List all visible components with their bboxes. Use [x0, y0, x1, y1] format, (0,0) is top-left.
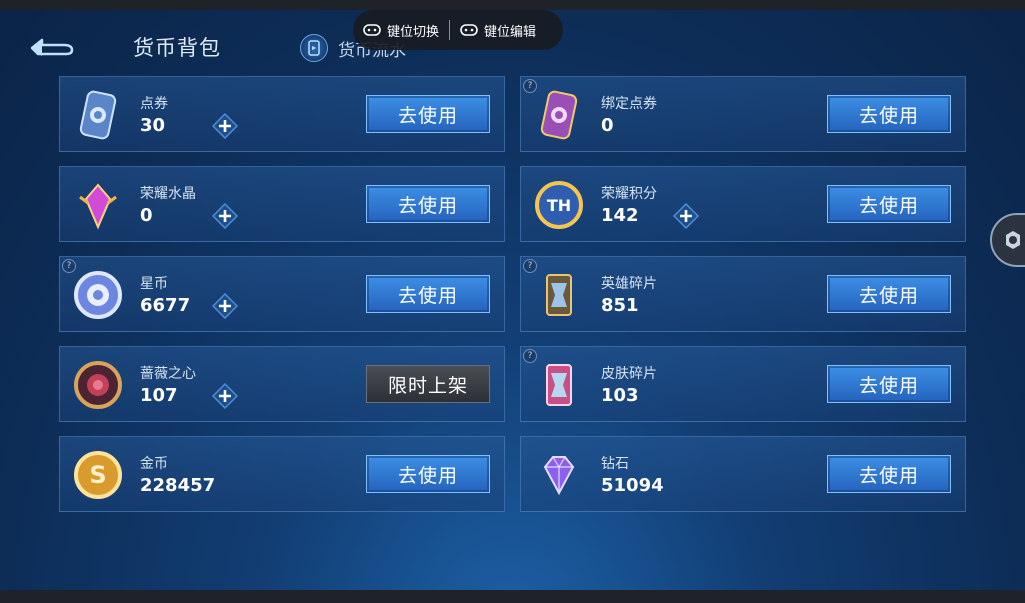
- star-coin-icon: [74, 271, 122, 319]
- currency-value: 103: [601, 385, 639, 406]
- currency-value: 142: [601, 205, 639, 226]
- currency-value: 0: [601, 115, 614, 136]
- ledger-icon: [300, 34, 328, 62]
- currency-card: ? 英雄碎片 851 去使用: [520, 256, 966, 332]
- gold-coin-icon: S: [74, 451, 122, 499]
- currency-value: 0: [140, 205, 153, 226]
- currency-name: 蔷薇之心: [140, 366, 196, 382]
- currency-name: 英雄碎片: [601, 276, 657, 292]
- keybind-switch-button[interactable]: 键位切换: [363, 21, 439, 40]
- use-button[interactable]: 去使用: [827, 185, 951, 223]
- add-currency-button[interactable]: [212, 383, 238, 409]
- currency-name: 荣耀水晶: [140, 186, 196, 202]
- svg-text:TH: TH: [547, 196, 571, 215]
- add-currency-button[interactable]: [212, 293, 238, 319]
- pill-divider: [449, 20, 451, 40]
- currency-card: 点券 30 去使用: [59, 76, 505, 152]
- use-button[interactable]: 去使用: [827, 455, 951, 493]
- currency-name: 点券: [140, 96, 168, 112]
- use-button[interactable]: 去使用: [827, 95, 951, 133]
- currency-value: 107: [140, 385, 178, 406]
- currency-card: 荣耀水晶 0 去使用: [59, 166, 505, 242]
- currency-value: 228457: [140, 475, 216, 496]
- hero-fragment-icon: [546, 274, 572, 316]
- currency-name: 金币: [140, 456, 168, 472]
- add-currency-button[interactable]: [673, 203, 699, 229]
- side-settings-button[interactable]: [990, 213, 1025, 267]
- gamepad-icon: [363, 24, 381, 36]
- use-button[interactable]: 去使用: [827, 275, 951, 313]
- use-button[interactable]: 去使用: [366, 455, 490, 493]
- bottom-letterbox: [0, 590, 1025, 603]
- skin-fragment-icon: [546, 364, 572, 406]
- bound-coupon-card-icon: [540, 90, 578, 140]
- add-currency-button[interactable]: [212, 203, 238, 229]
- currency-card: 钻石 51094 去使用: [520, 436, 966, 512]
- glory-crystal-icon: [79, 183, 117, 230]
- currency-name: 钻石: [601, 456, 629, 472]
- currency-value: 6677: [140, 295, 191, 316]
- currency-name: 星币: [140, 276, 168, 292]
- currency-value: 30: [140, 115, 166, 136]
- currency-backpack-screen: 货币背包 货币流水 点券 30 去使用? 绑定点券 0 去使用 荣耀水晶 0 去使用 TH 荣耀积分…: [0, 10, 1025, 590]
- currency-name: 绑定点券: [601, 96, 657, 112]
- use-button[interactable]: 去使用: [366, 275, 490, 313]
- keybind-overlay: 键位切换 键位编辑: [353, 10, 563, 50]
- currency-value: 51094: [601, 475, 664, 496]
- keybind-edit-label: 键位编辑: [484, 24, 537, 40]
- currency-value: 851: [601, 295, 639, 316]
- coupon-card-icon: [79, 90, 117, 140]
- currency-card: ? 皮肤碎片 103 去使用: [520, 346, 966, 422]
- use-button[interactable]: 去使用: [827, 365, 951, 403]
- use-button[interactable]: 去使用: [366, 95, 490, 133]
- currency-card: TH 荣耀积分 142 去使用: [520, 166, 966, 242]
- currency-card: 蔷薇之心 107 限时上架: [59, 346, 505, 422]
- svg-text:S: S: [89, 461, 106, 489]
- glory-points-icon: TH: [535, 181, 583, 229]
- use-button[interactable]: 去使用: [366, 185, 490, 223]
- diamond-icon: [543, 456, 575, 496]
- currency-name: 皮肤碎片: [601, 366, 657, 382]
- gear-icon: [1006, 231, 1020, 249]
- back-button[interactable]: [24, 30, 80, 60]
- limited-time-button[interactable]: 限时上架: [366, 365, 490, 403]
- currency-card: S 金币 228457 去使用: [59, 436, 505, 512]
- keybind-switch-label: 键位切换: [387, 24, 440, 40]
- currency-card: ? 绑定点券 0 去使用: [520, 76, 966, 152]
- currency-card: ? 星币 6677 去使用: [59, 256, 505, 332]
- currency-name: 荣耀积分: [601, 186, 657, 202]
- gamepad-icon: [460, 24, 478, 36]
- top-letterbox: [0, 0, 1025, 10]
- page-title: 货币背包: [133, 36, 221, 60]
- keybind-edit-button[interactable]: 键位编辑: [460, 21, 536, 40]
- back-arrow-icon: [30, 38, 74, 56]
- add-currency-button[interactable]: [212, 113, 238, 139]
- rose-heart-icon: [74, 361, 122, 409]
